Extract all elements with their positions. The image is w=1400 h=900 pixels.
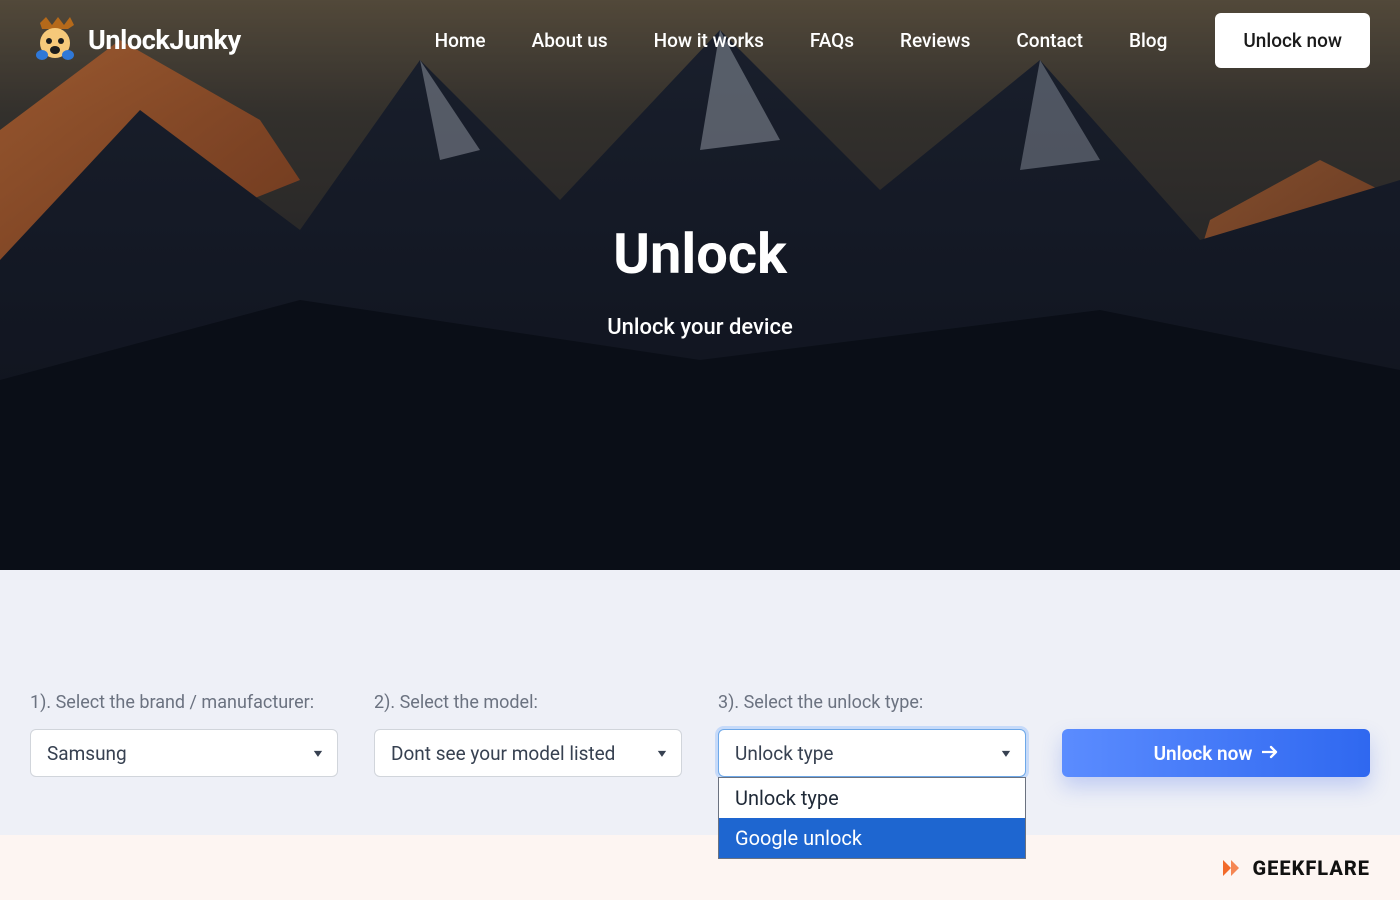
- unlock-form: 1). Select the brand / manufacturer: Sam…: [0, 570, 1400, 777]
- footer-brand[interactable]: GEEKFLARE: [1217, 854, 1370, 882]
- unlock-now-button[interactable]: Unlock now: [1062, 729, 1370, 777]
- logo-icon: [30, 15, 80, 65]
- geekflare-icon: [1217, 854, 1245, 882]
- brand-label: 1). Select the brand / manufacturer:: [30, 692, 338, 713]
- hero-subtitle: Unlock your device: [607, 315, 793, 340]
- arrow-right-icon: [1262, 744, 1278, 763]
- model-label: 2). Select the model:: [374, 692, 682, 713]
- unlock-type-dropdown: Unlock type Google unlock: [718, 777, 1026, 859]
- top-nav: UnlockJunky Home About us How it works F…: [0, 0, 1400, 70]
- hero-content: Unlock Unlock your device: [0, 70, 1400, 570]
- footer-bar: GEEKFLARE: [0, 835, 1400, 900]
- nav-link-faqs[interactable]: FAQs: [810, 29, 854, 52]
- nav-cta-button[interactable]: Unlock now: [1215, 13, 1370, 68]
- nav-links: Home About us How it works FAQs Reviews …: [435, 13, 1370, 68]
- hero-title: Unlock: [613, 221, 787, 287]
- chevron-down-icon: ▾: [1002, 746, 1010, 760]
- chevron-down-icon: ▾: [658, 746, 666, 760]
- nav-link-contact[interactable]: Contact: [1016, 29, 1083, 52]
- brand-select-group: 1). Select the brand / manufacturer: Sam…: [30, 692, 338, 777]
- footer-brand-text: GEEKFLARE: [1253, 856, 1370, 880]
- unlock-type-select-value: Unlock type: [735, 742, 834, 765]
- unlock-type-select[interactable]: Unlock type ▾: [718, 729, 1026, 777]
- nav-link-howitworks[interactable]: How it works: [654, 29, 764, 52]
- nav-link-home[interactable]: Home: [435, 29, 486, 52]
- nav-link-blog[interactable]: Blog: [1129, 29, 1167, 52]
- unlock-type-select-group: 3). Select the unlock type: Unlock type …: [718, 692, 1026, 777]
- model-select[interactable]: Dont see your model listed ▾: [374, 729, 682, 777]
- brand-select[interactable]: Samsung ▾: [30, 729, 338, 777]
- unlock-type-label: 3). Select the unlock type:: [718, 692, 1026, 713]
- dropdown-option-google-unlock[interactable]: Google unlock: [719, 818, 1025, 858]
- nav-link-about[interactable]: About us: [532, 29, 608, 52]
- unlock-now-label: Unlock now: [1154, 742, 1253, 765]
- hero-section: UnlockJunky Home About us How it works F…: [0, 0, 1400, 570]
- brand-select-value: Samsung: [47, 742, 127, 765]
- nav-link-reviews[interactable]: Reviews: [900, 29, 970, 52]
- model-select-group: 2). Select the model: Dont see your mode…: [374, 692, 682, 777]
- model-select-value: Dont see your model listed: [391, 742, 615, 765]
- logo[interactable]: UnlockJunky: [30, 15, 241, 65]
- logo-text: UnlockJunky: [88, 24, 241, 56]
- chevron-down-icon: ▾: [314, 746, 322, 760]
- dropdown-option-placeholder[interactable]: Unlock type: [719, 778, 1025, 818]
